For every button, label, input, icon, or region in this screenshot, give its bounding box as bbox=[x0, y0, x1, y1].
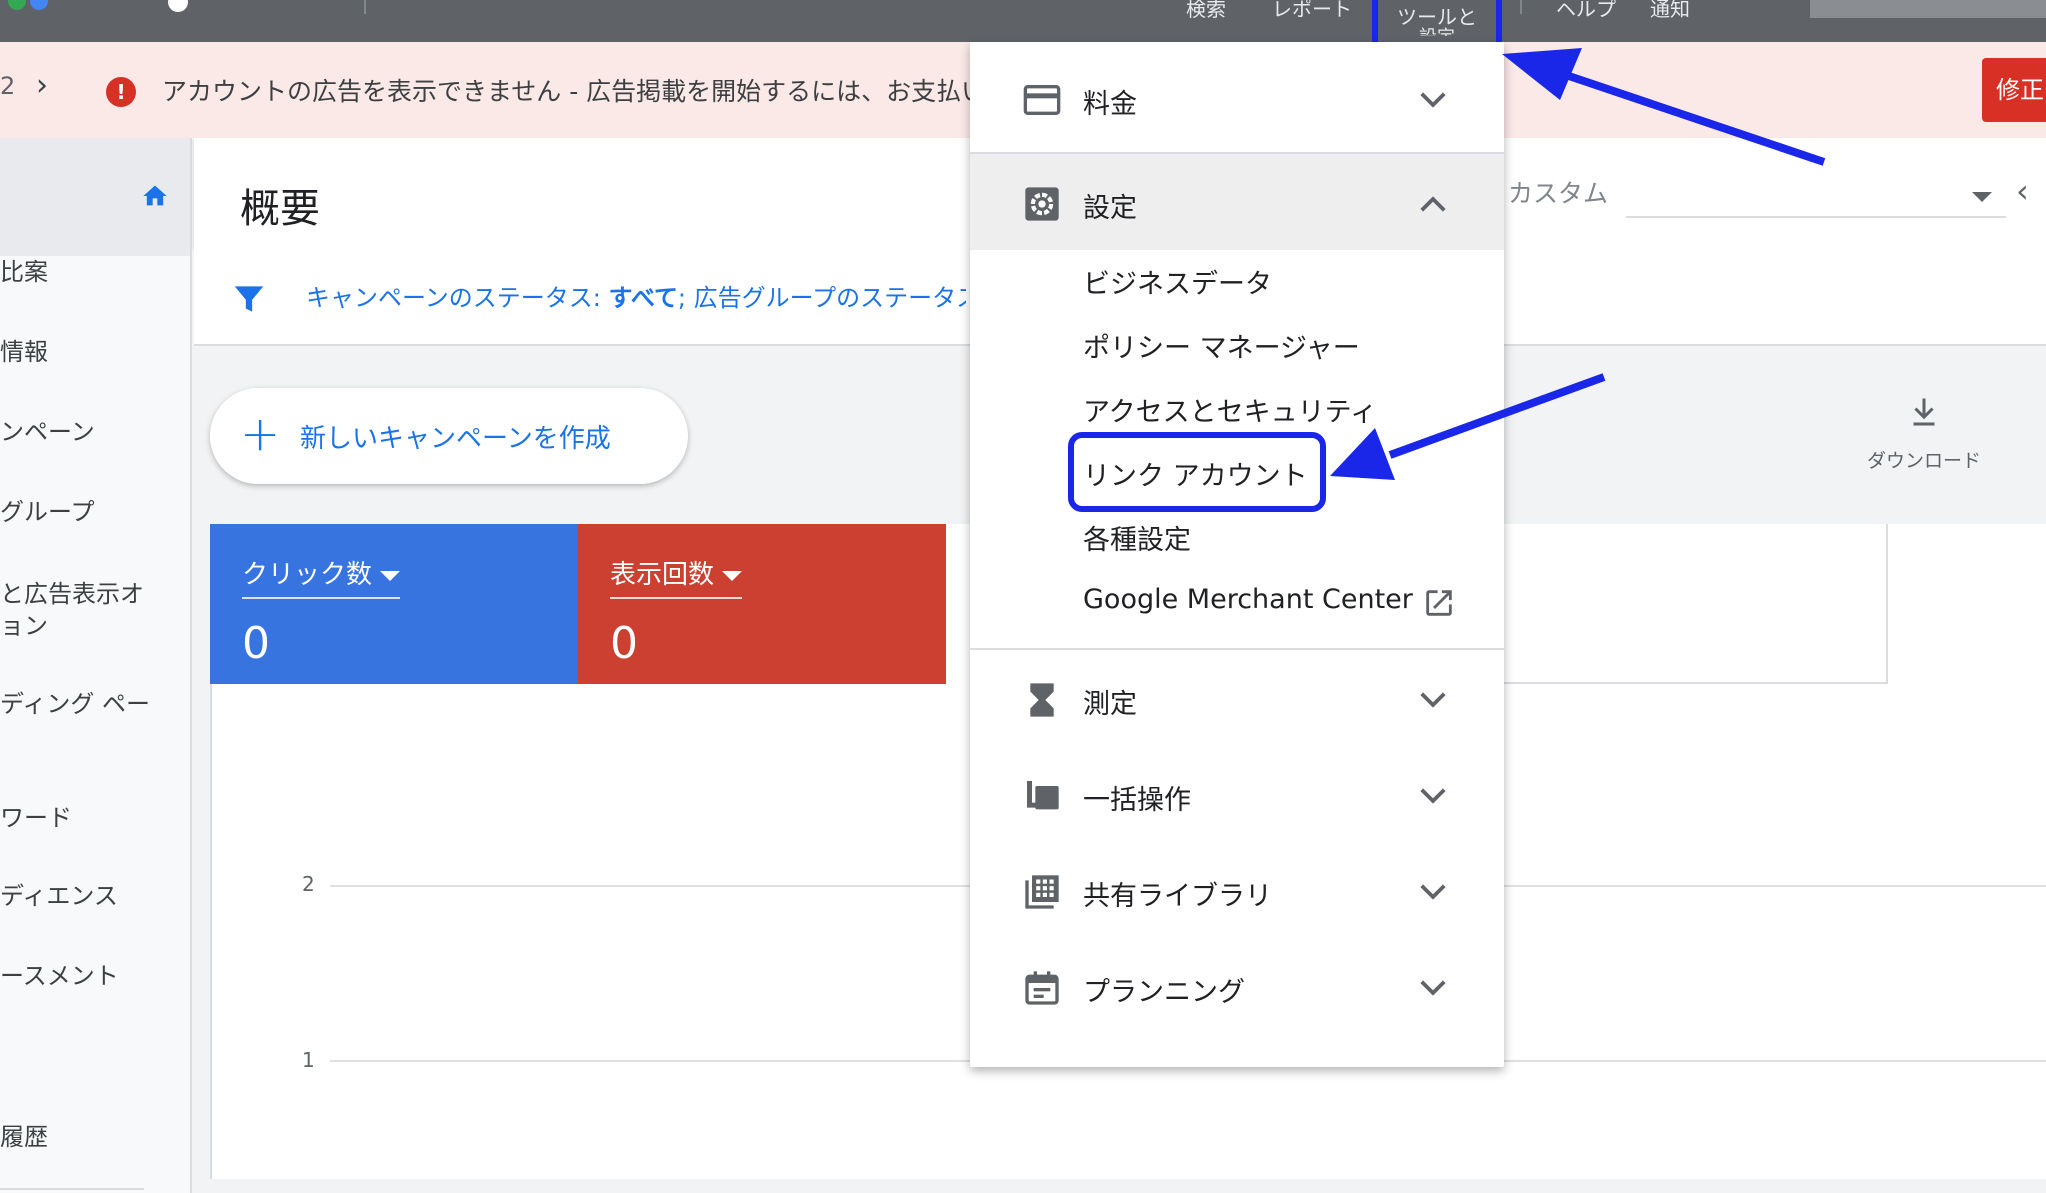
filter-icon bbox=[234, 286, 264, 312]
menu-measurement[interactable]: 測定 bbox=[970, 650, 1504, 746]
menu-billing-label: 料金 bbox=[1083, 89, 1137, 120]
chevron-down-icon bbox=[1420, 884, 1446, 900]
menu-bulk-actions[interactable]: 一括操作 bbox=[970, 746, 1504, 842]
account-switcher[interactable] bbox=[1810, 0, 2046, 18]
sidebar-divider bbox=[0, 1188, 144, 1190]
date-range-select[interactable] bbox=[1626, 174, 2006, 218]
sidebar-item-landing-pages[interactable]: ディング ペー bbox=[0, 688, 150, 720]
page-title: 概要 bbox=[240, 186, 320, 232]
topbar-divider bbox=[364, 0, 366, 14]
topbar-divider bbox=[1520, 0, 1522, 14]
credit-card-icon bbox=[1023, 85, 1061, 115]
chart-border bbox=[210, 684, 212, 1179]
menu-item-business-data[interactable]: ビジネスデータ bbox=[1083, 262, 1272, 301]
menu-setup-label: 設定 bbox=[1083, 193, 1137, 224]
left-navigation: 比案 情報 ンペーン グループ と広告表示オ ョン ディング ペー ワード ディ… bbox=[0, 138, 192, 1193]
chevron-down-icon bbox=[1420, 980, 1446, 996]
filter-suffix: ; 広告グループのステータス bbox=[677, 284, 966, 312]
nav-notifications[interactable]: 通知 bbox=[1650, 0, 1690, 22]
y-tick-label: 2 bbox=[302, 872, 315, 896]
filter-summary[interactable]: キャンペーンのステータス: すべて; 広告グループのステータス bbox=[306, 278, 966, 313]
sidebar-item-ads-extensions-2[interactable]: ョン bbox=[0, 610, 48, 642]
menu-measurement-label: 測定 bbox=[1083, 689, 1137, 720]
menu-planning-label: プランニング bbox=[1083, 977, 1245, 1008]
gear-icon bbox=[1025, 187, 1059, 221]
nav-settings-label: 設定 bbox=[1378, 26, 1496, 36]
metric-selector[interactable]: クリック数 bbox=[242, 554, 401, 599]
metric-name: 表示回数 bbox=[610, 560, 715, 590]
menu-item-google-merchant-center[interactable]: Google Merchant Center bbox=[1083, 584, 1413, 615]
menu-item-preferences[interactable]: 各種設定 bbox=[1083, 518, 1191, 557]
sidebar-item-placements[interactable]: ースメント bbox=[0, 960, 119, 992]
download-label: ダウンロード bbox=[1866, 450, 1981, 472]
metric-selector[interactable]: 表示回数 bbox=[610, 554, 743, 599]
top-bar: 検索 レポート ツールと 設定 ヘルプ 通知 bbox=[0, 0, 2046, 55]
plus-icon: + bbox=[240, 406, 281, 462]
menu-item-access-security[interactable]: アクセスとセキュリティ bbox=[1083, 390, 1377, 429]
tools-settings-menu: 料金 設定 ビジネスデータ ポリシー マネージャー アクセスとセキュリティ リン… bbox=[970, 42, 1504, 1067]
menu-billing[interactable]: 料金 bbox=[970, 50, 1504, 146]
download-button[interactable]: ダウンロード bbox=[1854, 392, 1994, 473]
nav-search[interactable]: 検索 bbox=[1186, 0, 1226, 22]
linked-accounts-highlight bbox=[1068, 432, 1326, 512]
chevron-down-icon bbox=[1420, 788, 1446, 804]
metric-value: 0 bbox=[242, 618, 270, 669]
metric-card-clicks[interactable]: クリック数 0 bbox=[210, 524, 578, 684]
chevron-left-icon[interactable]: ‹ bbox=[2016, 172, 2029, 210]
metric-card-impressions[interactable]: 表示回数 0 bbox=[578, 524, 946, 684]
nav-help[interactable]: ヘルプ bbox=[1556, 0, 1616, 22]
metric-name: クリック数 bbox=[242, 560, 373, 590]
sidebar-item-recommendations[interactable]: 比案 bbox=[0, 256, 48, 288]
menu-planning[interactable]: プランニング bbox=[970, 938, 1504, 1034]
sidebar-item-keywords[interactable]: ワード bbox=[0, 802, 72, 834]
y-tick-label: 1 bbox=[302, 1048, 315, 1072]
dropdown-caret-icon bbox=[722, 570, 743, 581]
chevron-up-icon bbox=[1420, 196, 1446, 212]
download-icon bbox=[1913, 398, 1935, 426]
calendar-icon bbox=[1025, 971, 1059, 1005]
sidebar-item-ad-groups[interactable]: グループ bbox=[0, 496, 95, 528]
alert-message: アカウントの広告を表示できません - 広告掲載を開始するには、お支払い情報 bbox=[162, 77, 972, 106]
sidebar-item-campaigns[interactable]: ンペーン bbox=[0, 416, 95, 448]
sidebar-item-insights[interactable]: 情報 bbox=[0, 336, 48, 368]
library-icon bbox=[1025, 875, 1059, 909]
menu-bulk-actions-label: 一括操作 bbox=[1083, 785, 1191, 816]
dropdown-caret-icon bbox=[380, 570, 401, 581]
new-campaign-button[interactable]: + 新しいキャンペーンを作成 bbox=[210, 388, 688, 484]
sidebar-item-change-history[interactable]: 履歴 bbox=[0, 1121, 48, 1153]
chevron-right-icon: › bbox=[36, 68, 48, 103]
sidebar-item-ads-extensions[interactable]: と広告表示オ bbox=[0, 578, 144, 610]
home-icon bbox=[143, 185, 167, 206]
external-link-icon bbox=[1426, 590, 1452, 616]
nav-reports[interactable]: レポート bbox=[1272, 0, 1352, 22]
logo-dot-icon bbox=[30, 0, 48, 10]
menu-item-policy-manager[interactable]: ポリシー マネージャー bbox=[1083, 326, 1360, 365]
error-icon: ! bbox=[106, 77, 136, 107]
menu-shared-library-label: 共有ライブラリ bbox=[1083, 881, 1272, 912]
hourglass-icon bbox=[1030, 683, 1054, 717]
dropdown-caret-icon bbox=[1972, 192, 1992, 202]
date-range-label: カスタム bbox=[1508, 179, 1609, 208]
filter-prefix: キャンペーンのステータス: bbox=[306, 284, 609, 312]
sidebar-item-overview[interactable] bbox=[0, 138, 190, 256]
menu-shared-library[interactable]: 共有ライブラリ bbox=[970, 842, 1504, 938]
chevron-down-icon bbox=[1420, 692, 1446, 708]
metric-value: 0 bbox=[610, 618, 638, 669]
logo-dot-icon bbox=[8, 0, 26, 10]
new-campaign-label: 新しいキャンペーンを作成 bbox=[300, 424, 611, 454]
sidebar-item-audiences[interactable]: ディエンス bbox=[0, 880, 118, 912]
breadcrumb[interactable]: 2 bbox=[0, 72, 15, 100]
avatar-dot-icon bbox=[168, 0, 188, 12]
copy-icon bbox=[1027, 781, 1059, 810]
menu-setup[interactable]: 設定 bbox=[970, 154, 1504, 250]
fix-button[interactable]: 修正 bbox=[1982, 58, 2046, 122]
chevron-down-icon bbox=[1420, 92, 1446, 108]
filter-value: すべて bbox=[608, 284, 678, 312]
